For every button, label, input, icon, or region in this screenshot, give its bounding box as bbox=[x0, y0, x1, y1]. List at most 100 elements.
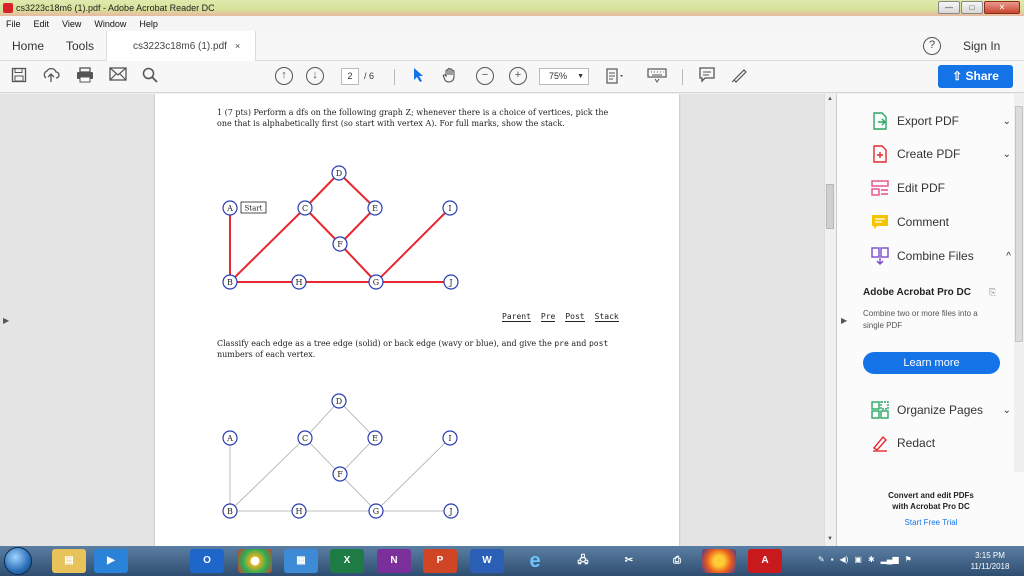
document-viewport[interactable]: ▶ 1 (7 pts) Perform a dfs on the followi… bbox=[0, 94, 835, 546]
question-1-line-1: 1 (7 pts) Perform a dfs on the following… bbox=[217, 108, 609, 117]
onenote-icon[interactable]: N bbox=[377, 549, 411, 573]
start-free-trial-link[interactable]: Start Free Trial bbox=[837, 518, 1024, 527]
tool-redact[interactable]: Redact bbox=[871, 433, 1011, 453]
tray-app-icon[interactable]: ▣ bbox=[854, 555, 862, 564]
page-number-input[interactable]: 2 bbox=[341, 68, 359, 85]
pen-icon[interactable] bbox=[731, 67, 749, 87]
next-page-icon[interactable]: ↓ bbox=[306, 67, 324, 85]
collapse-right-panel-icon[interactable]: ▶ bbox=[841, 316, 847, 325]
acrobat-taskbar-icon[interactable]: A bbox=[748, 549, 782, 573]
scroll-up-icon[interactable]: ▲ bbox=[827, 96, 833, 102]
excel-icon[interactable]: X bbox=[330, 549, 364, 573]
svg-text:D: D bbox=[336, 169, 342, 178]
minimize-button[interactable]: — bbox=[938, 1, 960, 14]
svg-text:F: F bbox=[337, 240, 343, 249]
tool-edit-pdf[interactable]: Edit PDF bbox=[871, 178, 1011, 198]
language-icon[interactable]: ✎ bbox=[818, 555, 825, 564]
question-2-text: Classify each edge as a tree edge (solid… bbox=[217, 338, 637, 360]
system-tray: ✎ ▪ ◀) ▣ ✱ ▂▄▆ ⚑ bbox=[818, 555, 912, 564]
comment-icon[interactable] bbox=[699, 67, 715, 87]
powerpoint-icon[interactable]: P bbox=[423, 549, 457, 573]
graph-vertex-h: H bbox=[291, 274, 307, 290]
redact-icon bbox=[872, 435, 887, 452]
clock-time: 3:15 PM bbox=[975, 551, 1005, 560]
svg-text:E: E bbox=[372, 204, 378, 213]
tool-export-pdf[interactable]: Export PDF ⌄ bbox=[871, 111, 1011, 131]
expand-left-panel-icon[interactable]: ▶ bbox=[3, 316, 9, 325]
file-explorer-icon[interactable]: ▤ bbox=[52, 549, 86, 573]
tools-pane-scroll-thumb[interactable] bbox=[1015, 106, 1023, 342]
outlook-icon[interactable]: O bbox=[190, 549, 224, 573]
link-icon[interactable]: ⎘ bbox=[989, 287, 996, 298]
chevron-up-icon[interactable]: ^ bbox=[1006, 251, 1011, 262]
tool-combine-files[interactable]: Combine Files ^ bbox=[871, 246, 1011, 266]
print-icon[interactable] bbox=[76, 67, 94, 87]
tab-home[interactable]: Home bbox=[12, 39, 44, 53]
volume-icon[interactable]: ◀) bbox=[840, 555, 849, 564]
select-cursor-icon[interactable] bbox=[413, 67, 425, 87]
previous-page-icon[interactable]: ↑ bbox=[275, 67, 293, 85]
start-button[interactable] bbox=[4, 547, 32, 575]
search-icon[interactable] bbox=[142, 67, 158, 87]
share-icon: ⇧ bbox=[952, 69, 966, 83]
upload-icon[interactable] bbox=[42, 67, 60, 87]
learn-more-button[interactable]: Learn more bbox=[863, 352, 1000, 374]
internet-explorer-icon[interactable]: e bbox=[518, 549, 552, 573]
menu-file[interactable]: File bbox=[6, 19, 21, 29]
question-2-post: post bbox=[588, 339, 609, 348]
firefox-icon[interactable] bbox=[702, 549, 736, 573]
menu-view[interactable]: View bbox=[62, 19, 81, 29]
chevron-down-icon[interactable]: ⌄ bbox=[1003, 149, 1011, 160]
svg-text:H: H bbox=[296, 278, 303, 287]
network-icon[interactable]: ▪ bbox=[831, 555, 834, 564]
graph-edge-f-g bbox=[339, 243, 377, 283]
word-icon[interactable]: W bbox=[470, 549, 504, 573]
zoom-out-icon[interactable]: − bbox=[476, 67, 494, 85]
question-2-pre: pre bbox=[554, 339, 569, 348]
tool-organize-pages[interactable]: Organize Pages ⌄ bbox=[871, 400, 1011, 420]
graph-edge-g-i bbox=[375, 207, 451, 283]
close-window-button[interactable]: ✕ bbox=[984, 1, 1020, 14]
save-icon[interactable] bbox=[11, 67, 27, 87]
media-player-icon[interactable]: ▶ bbox=[94, 549, 128, 573]
acrobat-app-icon bbox=[3, 3, 13, 13]
scroll-down-icon[interactable]: ▼ bbox=[827, 536, 833, 542]
email-icon[interactable] bbox=[109, 67, 127, 85]
document-scrollbar[interactable]: ▲ ▼ bbox=[824, 94, 835, 546]
page-fit-icon[interactable] bbox=[606, 67, 626, 89]
bluetooth-icon[interactable]: ✱ bbox=[868, 555, 875, 564]
zoom-select[interactable]: 75% ▼ bbox=[539, 68, 589, 85]
signal-icon[interactable]: ▂▄▆ bbox=[881, 555, 899, 564]
action-center-icon[interactable]: ⚑ bbox=[905, 555, 912, 564]
svg-text:J: J bbox=[448, 507, 452, 516]
scroll-thumb[interactable] bbox=[826, 184, 834, 229]
menu-window[interactable]: Window bbox=[94, 19, 126, 29]
zoom-in-icon[interactable]: + bbox=[509, 67, 527, 85]
chevron-down-icon[interactable]: ⌄ bbox=[1003, 405, 1011, 416]
tab-tools[interactable]: Tools bbox=[66, 39, 94, 53]
menu-help[interactable]: Help bbox=[139, 19, 158, 29]
tools-pane-scrollbar[interactable] bbox=[1014, 94, 1024, 472]
taskbar-clock[interactable]: 3:15 PM 11/11/2018 bbox=[965, 550, 1015, 572]
help-icon[interactable]: ? bbox=[923, 37, 941, 55]
hand-tool-icon[interactable] bbox=[442, 67, 458, 87]
snipping-tool-icon[interactable]: ✂ bbox=[612, 549, 646, 573]
window-controls: — □ ✕ bbox=[938, 1, 1020, 14]
keyboard-icon[interactable] bbox=[647, 67, 667, 87]
tab-document[interactable]: cs3223c18m6 (1).pdf × bbox=[106, 31, 256, 61]
menu-edit[interactable]: Edit bbox=[34, 19, 50, 29]
chrome-icon[interactable] bbox=[238, 549, 272, 573]
close-tab-icon[interactable]: × bbox=[235, 41, 240, 51]
chevron-down-icon[interactable]: ⌄ bbox=[1003, 116, 1011, 127]
network-app-icon[interactable]: 🖧 bbox=[566, 549, 600, 573]
svg-text:A: A bbox=[226, 434, 233, 443]
maximize-button[interactable]: □ bbox=[961, 1, 983, 14]
sign-in-link[interactable]: Sign In bbox=[963, 39, 1000, 53]
graph-vertex-a: A bbox=[222, 430, 238, 446]
tool-combine-files-label: Combine Files bbox=[897, 249, 974, 263]
share-button[interactable]: ⇧ Share bbox=[938, 65, 1013, 88]
printer-app-icon[interactable]: ⎙ bbox=[660, 549, 694, 573]
calculator-icon[interactable]: ▦ bbox=[284, 549, 318, 573]
tool-comment[interactable]: Comment bbox=[871, 212, 1011, 232]
tool-create-pdf[interactable]: Create PDF ⌄ bbox=[871, 144, 1011, 164]
